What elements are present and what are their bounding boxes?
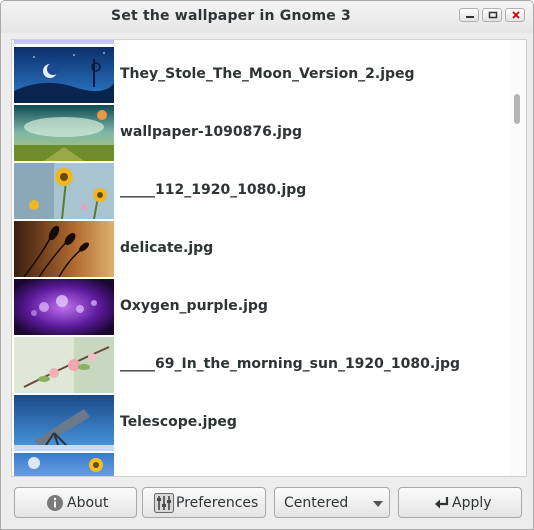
list-item[interactable]: They_Stole_The_Moon_Version_2.jpeg	[12, 47, 509, 105]
list-item[interactable]: _____69_In_the_morning_sun_1920_1080.jpg	[12, 337, 509, 395]
apply-button[interactable]: Apply	[398, 487, 522, 518]
preferences-icon	[154, 493, 174, 513]
placement-dropdown[interactable]: Centered	[274, 487, 390, 518]
wallpaper-window: Set the wallpaper in Gnome 3 They_Stole_…	[0, 0, 534, 530]
close-icon	[512, 11, 520, 19]
wallpaper-thumbnail	[14, 337, 114, 393]
list-item[interactable]: delicate.jpg	[12, 221, 509, 279]
placement-value: Centered	[284, 495, 349, 511]
preferences-label: Preferences	[176, 495, 259, 511]
file-name: delicate.jpg	[120, 240, 214, 256]
wallpaper-thumbnail	[14, 163, 114, 219]
wallpaper-thumbnail	[14, 221, 114, 277]
wallpaper-thumbnail	[14, 40, 114, 44]
minimize-button[interactable]	[459, 8, 479, 22]
list-item[interactable]: _____112_1920_1080.jpg	[12, 163, 509, 221]
vertical-scrollbar[interactable]	[510, 40, 525, 476]
file-name: _____69_In_the_morning_sun_1920_1080.jpg	[120, 356, 461, 372]
preferences-button[interactable]: Preferences	[142, 487, 266, 518]
list-item[interactable]: Oxygen_purple.jpg	[12, 279, 509, 337]
chevron-down-icon	[373, 501, 383, 507]
wallpaper-thumbnail	[14, 453, 114, 476]
wallpaper-thumbnail	[14, 105, 114, 161]
return-arrow-icon	[435, 497, 449, 509]
list-item[interactable]	[12, 40, 509, 46]
file-name: wallpaper-1090876.jpg	[120, 124, 303, 140]
file-name: Oxygen_purple.jpg	[120, 298, 268, 314]
wallpaper-thumbnail	[14, 279, 114, 335]
list-item[interactable]	[12, 453, 509, 476]
maximize-icon	[488, 11, 498, 19]
wallpaper-thumbnail	[14, 395, 114, 451]
file-name: Telescope.jpeg	[120, 414, 237, 430]
list-item[interactable]: Telescope.jpeg	[12, 395, 509, 453]
titlebar[interactable]: Set the wallpaper in Gnome 3	[1, 1, 533, 33]
wallpaper-thumbnail	[14, 47, 114, 103]
info-icon	[47, 495, 63, 511]
file-name: They_Stole_The_Moon_Version_2.jpeg	[120, 66, 415, 82]
apply-label: Apply	[452, 495, 492, 511]
list-item[interactable]: wallpaper-1090876.jpg	[12, 105, 509, 163]
close-button[interactable]	[505, 8, 525, 22]
window-title: Set the wallpaper in Gnome 3	[111, 8, 351, 24]
maximize-button[interactable]	[482, 8, 502, 22]
about-button[interactable]: About	[14, 487, 137, 518]
wallpaper-list[interactable]: They_Stole_The_Moon_Version_2.jpeg wallp…	[11, 39, 527, 477]
file-name: _____112_1920_1080.jpg	[120, 182, 307, 198]
minimize-icon	[466, 16, 474, 18]
scrollbar-thumb[interactable]	[514, 94, 520, 124]
about-label: About	[67, 495, 109, 511]
